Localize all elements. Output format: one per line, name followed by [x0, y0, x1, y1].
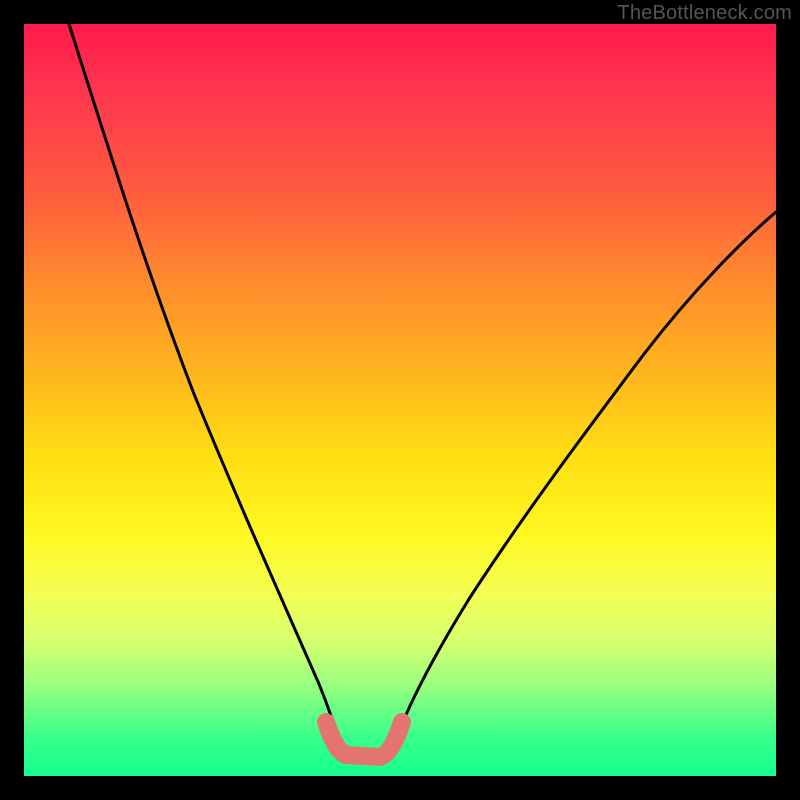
- chart-frame: TheBottleneck.com: [0, 0, 800, 800]
- watermark-text: TheBottleneck.com: [617, 2, 792, 25]
- right-curve: [395, 212, 776, 744]
- curve-layer: [24, 24, 776, 776]
- plot-area: [24, 24, 776, 776]
- left-curve: [69, 24, 338, 744]
- bottom-red-segment: [326, 722, 402, 757]
